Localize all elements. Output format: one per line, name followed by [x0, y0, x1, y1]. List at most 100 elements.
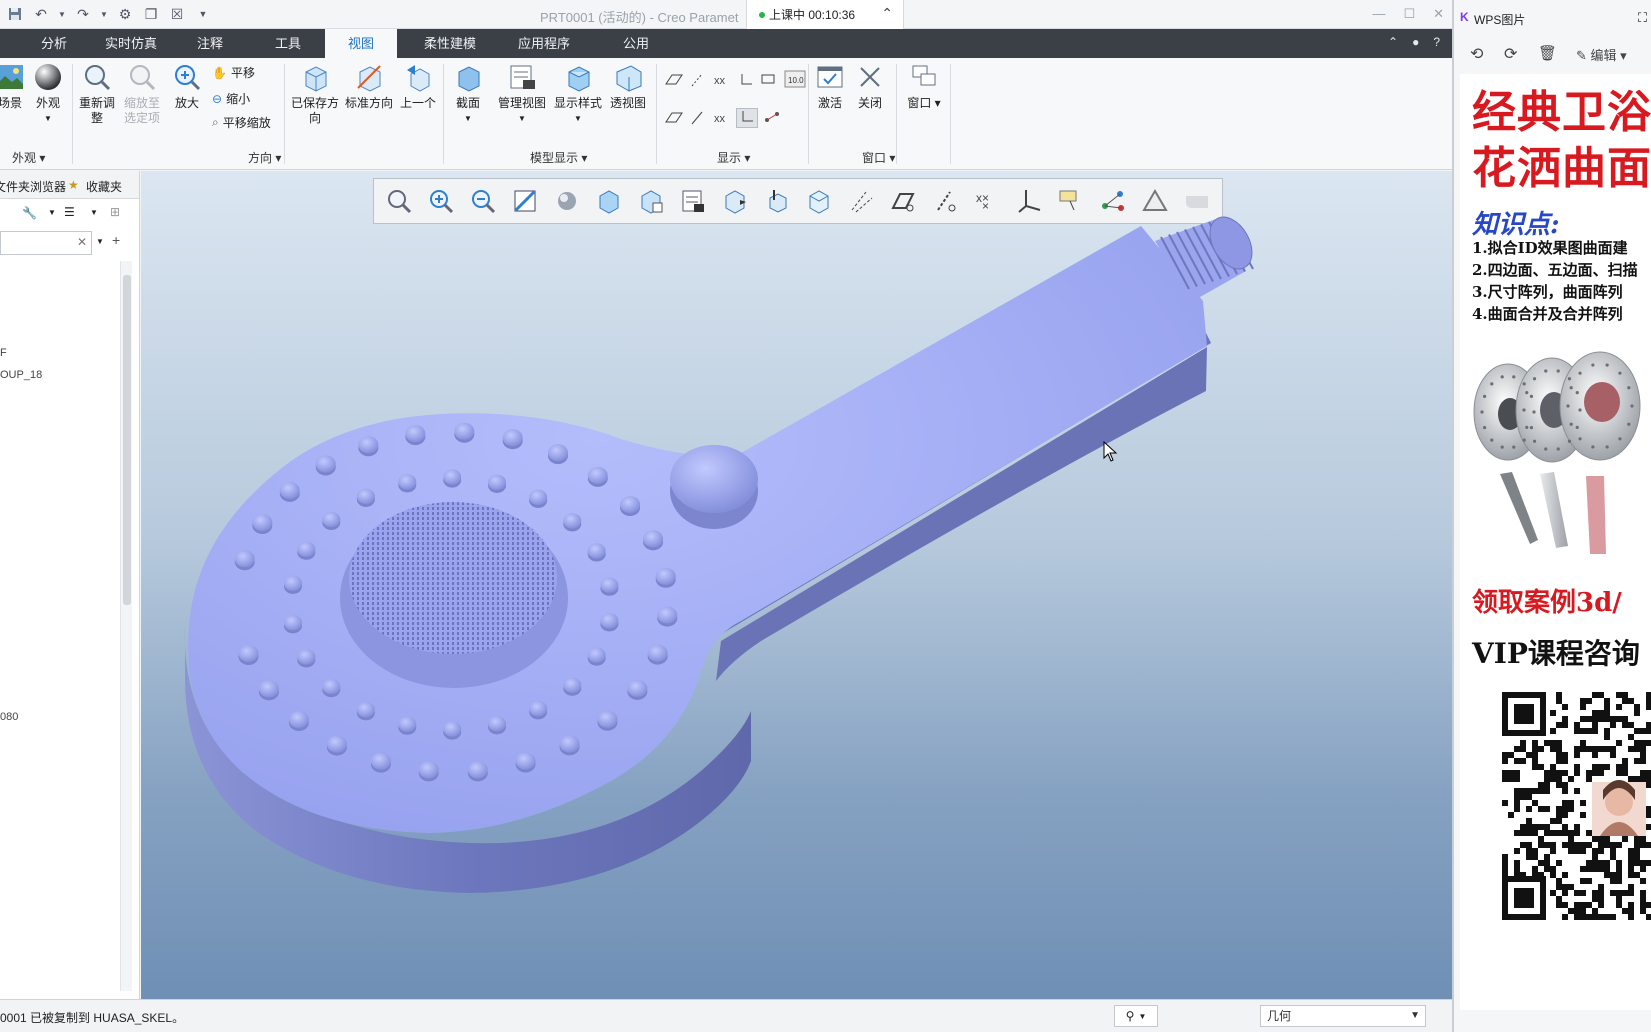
regenerate-icon[interactable]: ⚙ — [116, 5, 134, 23]
coord-sys-display-icon[interactable] — [736, 72, 756, 88]
qr-module — [1604, 746, 1610, 752]
spray-hole — [1480, 410, 1484, 414]
tab-analysis[interactable]: 分析 — [30, 29, 78, 58]
tab-folder-browser[interactable]: 文件夹浏览器 — [0, 178, 66, 195]
shower-head-model[interactable] — [141, 171, 1452, 999]
tab-realtime-sim[interactable]: 实时仿真 — [96, 29, 166, 58]
point-tag-display-icon[interactable]: xx — [712, 110, 732, 126]
section-icon — [458, 66, 480, 92]
save-icon[interactable] — [6, 5, 24, 23]
add-icon[interactable]: + — [112, 232, 120, 248]
spin-center-display-icon[interactable] — [762, 110, 782, 126]
dimension-display-icon[interactable]: 10.0 — [784, 70, 806, 88]
qr-module — [1604, 914, 1610, 920]
activate-button[interactable]: 激活 — [812, 62, 848, 111]
spray-hole — [1529, 426, 1534, 430]
pan-zoom-button[interactable]: ⌕ 平移缩放 — [212, 114, 271, 131]
previous-orientation-button[interactable]: 上一个 — [398, 62, 438, 111]
tree-item[interactable]: F — [0, 347, 7, 359]
datum-point-display-icon[interactable]: xx — [712, 72, 732, 88]
windows-icon[interactable]: ❐ — [142, 5, 160, 23]
rotate-left-icon[interactable]: ⟲ — [1470, 44, 1483, 64]
search-help-icon[interactable]: ● — [1412, 35, 1419, 49]
tab-applications[interactable]: 应用程序 — [508, 29, 580, 58]
scene-button[interactable]: 场景 — [0, 62, 28, 111]
tree-search-input[interactable]: ✕ — [0, 231, 92, 255]
fullscreen-icon[interactable]: ⛶ — [1638, 10, 1647, 26]
edit-button[interactable]: ✎ 编辑 ▾ — [1576, 45, 1627, 64]
appearance-button[interactable]: 外观 ▼ — [30, 62, 66, 126]
datum-plane-display-icon[interactable] — [664, 72, 684, 88]
datum-axis-display-icon[interactable] — [688, 72, 708, 88]
search-dropdown-icon[interactable]: ▼ — [96, 237, 104, 246]
tab-view[interactable]: 视图 — [325, 29, 397, 58]
tab-flexible-modeling[interactable]: 柔性建模 — [414, 29, 486, 58]
tab-tools[interactable]: 工具 — [264, 29, 312, 58]
manage-views-button[interactable]: 管理视图 ▼ — [496, 62, 548, 126]
qr-module — [1568, 848, 1574, 854]
display-style-button[interactable]: 显示样式 ▼ — [552, 62, 604, 126]
customize-qat-icon[interactable]: ▼ — [194, 5, 212, 23]
tree-settings-dropdown-icon[interactable]: ▼ — [48, 208, 56, 217]
navigator-scrollbar[interactable] — [120, 261, 132, 991]
tree-item[interactable]: 080 — [0, 711, 18, 723]
selection-filter-select[interactable]: 几何 ▼ — [1260, 1005, 1426, 1027]
qr-module — [1562, 752, 1568, 758]
tree-settings-icon[interactable]: 🔧 — [22, 206, 37, 220]
redo-icon[interactable]: ↷ — [74, 5, 92, 23]
scrollbar-thumb[interactable] — [123, 275, 131, 605]
qr-module — [1646, 692, 1651, 698]
tree-filter-icon[interactable]: ☰ — [64, 205, 75, 219]
qr-module — [1628, 902, 1634, 908]
axis-tag-display-icon[interactable] — [688, 110, 708, 126]
poster-title-line-1: 经典卫浴 — [1472, 87, 1651, 138]
spray-hole — [1500, 445, 1504, 449]
tree-columns-icon[interactable]: ⊞ — [110, 205, 120, 219]
help-icon[interactable]: ? — [1433, 35, 1440, 49]
tree-item[interactable]: OUP_18 — [0, 369, 42, 381]
clear-search-icon[interactable]: ✕ — [77, 235, 87, 249]
minimize-icon[interactable]: — — [1372, 6, 1385, 22]
class-timer[interactable]: 上课中 00:10:36 ⌃ — [746, 0, 904, 30]
refit-button[interactable]: 重新调整 — [76, 62, 118, 126]
zoom-to-selected-button[interactable]: 缩放至选定项 — [120, 62, 164, 126]
close-button[interactable]: 关闭 — [852, 62, 888, 111]
undo-icon[interactable]: ↶ — [32, 5, 50, 23]
selection-filter-button[interactable]: ⚲ ▼ — [1114, 1005, 1158, 1027]
csys-tag-display-icon[interactable] — [736, 108, 758, 128]
rotate-right-icon[interactable]: ⟳ — [1504, 44, 1517, 64]
close-window-icon[interactable]: ☒ — [168, 5, 186, 23]
maximize-icon[interactable]: ☐ — [1403, 6, 1415, 22]
qr-module — [1592, 752, 1598, 758]
standard-orientation-button[interactable]: 标准方向 — [344, 62, 394, 111]
tree-filter-dropdown-icon[interactable]: ▼ — [90, 208, 98, 217]
annotation-display-icon[interactable] — [760, 72, 780, 88]
graphics-viewport[interactable]: x× × — [141, 171, 1452, 999]
tab-common[interactable]: 公用 — [612, 29, 660, 58]
pan-button[interactable]: ✋ 平移 — [212, 64, 255, 81]
perspective-button[interactable]: 透视图 — [606, 62, 650, 111]
chevron-up-icon[interactable]: ⌃ — [881, 5, 893, 22]
close-icon[interactable]: ✕ — [1433, 6, 1444, 22]
qr-module — [1580, 716, 1586, 722]
qr-module — [1580, 902, 1586, 908]
qr-module — [1622, 770, 1628, 776]
plane-tag-display-icon[interactable] — [664, 110, 684, 126]
window-button[interactable]: 窗口 ▾ — [902, 62, 946, 111]
qr-module — [1556, 782, 1562, 788]
tab-favorites[interactable]: 收藏夹 — [86, 178, 122, 195]
qr-module — [1556, 830, 1562, 836]
qr-module — [1574, 764, 1580, 770]
redo-dropdown-icon[interactable]: ▼ — [100, 5, 108, 23]
qr-module — [1628, 734, 1634, 740]
zoom-out-button[interactable]: ⊖ 缩小 — [212, 90, 250, 107]
collapse-ribbon-icon[interactable]: ⌃ — [1388, 35, 1398, 49]
section-button[interactable]: 截面 ▼ — [448, 62, 488, 126]
undo-dropdown-icon[interactable]: ▼ — [58, 5, 66, 23]
qr-module — [1604, 764, 1610, 770]
qr-module — [1616, 842, 1622, 848]
saved-orientations-button[interactable]: 已保存方向 — [290, 62, 340, 126]
tab-annotate[interactable]: 注释 — [186, 29, 234, 58]
delete-icon[interactable]: 🗑 — [1538, 44, 1557, 62]
zoom-in-button[interactable]: 放大 — [170, 62, 204, 111]
